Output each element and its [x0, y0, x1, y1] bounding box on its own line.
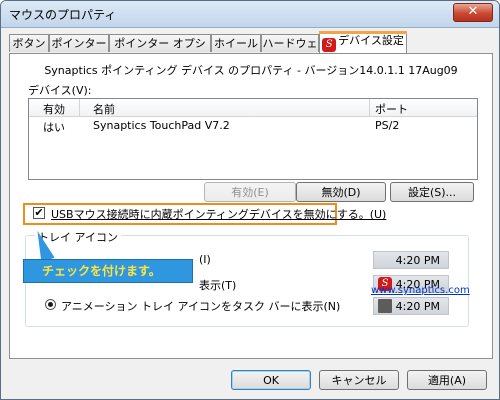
close-button[interactable]: ✕	[453, 3, 493, 22]
settings-button[interactable]: 設定(S)...	[390, 182, 474, 202]
table-header: 有効 名前 ポート	[29, 99, 477, 117]
tab-device-settings[interactable]: S デバイス設定	[319, 31, 407, 53]
enable-button[interactable]: 有効(E)	[204, 182, 296, 202]
instruction-callout: チェックを付けます。	[23, 259, 193, 283]
close-icon: ✕	[467, 4, 479, 19]
tab-pointer-options[interactable]: ポインター オプション	[109, 34, 211, 68]
animated-tray-icon-radio[interactable]	[45, 299, 56, 310]
column-divider[interactable]	[79, 99, 80, 116]
cell-enabled: はい	[43, 121, 65, 134]
synaptics-icon: S	[322, 38, 337, 52]
tab-wheel[interactable]: ホイール	[211, 34, 261, 52]
tab-active-indicator	[319, 31, 407, 34]
tab-hardware[interactable]: ハードウェア	[261, 34, 319, 68]
animated-tray-icon-label[interactable]: アニメーション トレイ アイコンをタスク バーに表示(N)	[61, 298, 340, 314]
ok-button[interactable]: OK	[231, 370, 311, 390]
tab-pointers[interactable]: ポインター	[49, 34, 109, 52]
device-table[interactable]: 有効 名前 ポート はい Synaptics TouchPad V7.2 PS/…	[28, 98, 478, 180]
apply-button[interactable]: 適用(A)	[407, 370, 487, 390]
tab-label: デバイス設定	[338, 34, 404, 47]
window-title: マウスのプロパティ	[9, 8, 117, 22]
disable-internal-device-checkbox[interactable]: ✔	[33, 207, 45, 219]
device-list-label: デバイス(V):	[28, 84, 92, 97]
title-bar: マウスのプロパティ ✕	[1, 1, 499, 28]
tray-option-partial-label: 表示(T)	[199, 279, 237, 292]
tray-time: 4:20 PM	[395, 254, 440, 267]
synaptics-website-link[interactable]: www.synaptics.com	[371, 285, 470, 296]
column-header-port[interactable]: ポート	[375, 101, 408, 117]
disable-button[interactable]: 無効(D)	[296, 182, 386, 202]
tray-option-partial-label: (I)	[199, 253, 211, 266]
tray-preview-none: 4:20 PM	[373, 251, 449, 269]
cell-port: PS/2	[375, 119, 400, 132]
tab-label: ボタン	[12, 37, 46, 50]
tab-strip: ボタン ポインター ポインター オプション ホイール ハードウェア Sデバイス設…	[9, 31, 493, 68]
disable-internal-device-label[interactable]: USBマウス接続時に内蔵ポインティングデバイスを無効にする。(U)	[51, 206, 386, 222]
tab-label: ポインター	[51, 37, 107, 50]
cell-name: Synaptics TouchPad V7.2	[93, 119, 230, 132]
mouse-properties-window: マウスのプロパティ ✕ ボタン ポインター ポインター オプション ホイール ハ…	[0, 0, 500, 400]
cancel-button[interactable]: キャンセル	[319, 370, 399, 390]
tab-buttons[interactable]: ボタン	[9, 34, 49, 52]
properties-version-text: Synaptics ポインティング デバイス のプロパティ - バージョン14.…	[44, 64, 458, 77]
tray-preview-animated: 4:20 PM	[373, 297, 449, 315]
touchpad-icon	[378, 299, 392, 313]
column-header-enabled[interactable]: 有効	[43, 101, 65, 117]
column-header-name[interactable]: 名前	[93, 101, 115, 117]
tab-label: ホイール	[214, 37, 258, 50]
table-row[interactable]: はい Synaptics TouchPad V7.2 PS/2	[29, 118, 477, 134]
column-divider[interactable]	[369, 99, 370, 116]
tray-time: 4:20 PM	[395, 300, 440, 313]
